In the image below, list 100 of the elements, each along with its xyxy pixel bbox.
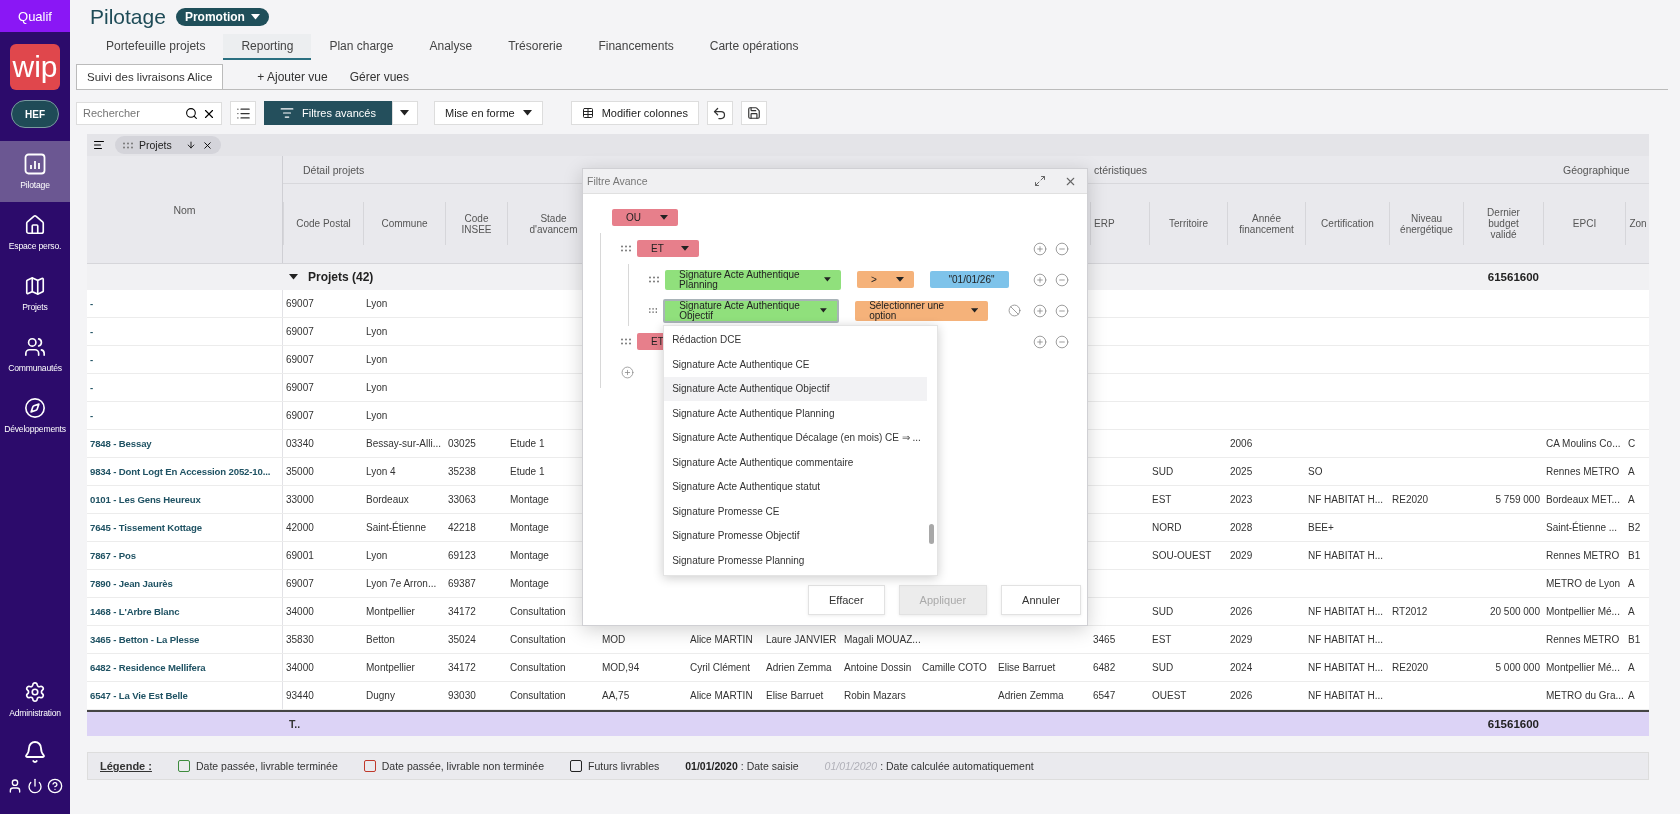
- table-cell-text: 34172: [447, 661, 477, 675]
- table-cell-text: 42218: [447, 521, 477, 535]
- legend-text: Date passée, livrable terminée: [195, 760, 338, 772]
- table-cell-text: 2023: [1229, 493, 1254, 507]
- legend-text: Futurs livrables: [588, 760, 660, 772]
- table-cell-text: 2028: [1229, 521, 1254, 535]
- table-cell-text: Etude 1: [509, 437, 546, 451]
- table-cell-text: Alice MARTIN: [689, 689, 754, 703]
- table-cell-text: 34000: [285, 661, 315, 675]
- total-value: 61561600: [1486, 717, 1540, 732]
- table-cell-text: 2024: [1229, 661, 1254, 675]
- table-cell-text: 35000: [285, 465, 315, 479]
- table-cell-text: A: [1627, 605, 1636, 619]
- legend-text: : Date saisie: [740, 760, 799, 772]
- dialog-title: Filtre Avance: [587, 175, 649, 187]
- table-cell-text: SO: [1307, 465, 1324, 479]
- table-cell-text: 3465: [1092, 633, 1117, 647]
- table-cell-text: Consultation: [509, 689, 567, 703]
- table-cell-text: CA Moulins Co...: [1545, 437, 1622, 451]
- table-cell-text: Adrien Zemma: [765, 661, 833, 675]
- table-cell-text: BEE+: [1307, 521, 1335, 535]
- table-cell-text: Antoine Dossin: [843, 661, 913, 675]
- table-cell-text: 03340: [285, 437, 315, 451]
- table-cell-text: Saint-Étienne ...: [1545, 520, 1619, 535]
- table-cell-text: Adrien Zemma: [997, 689, 1065, 703]
- table-cell-text: Lyon: [365, 325, 389, 339]
- table-cell-text: Montage: [509, 549, 550, 563]
- table-cell-text: Montage: [509, 521, 550, 535]
- table-cell-text: 34172: [447, 605, 477, 619]
- table-cell-text: RT2012: [1391, 605, 1429, 619]
- table-cell-text: Montpellier: [365, 661, 416, 675]
- table-cell-text: Elise Barruet: [765, 689, 825, 703]
- table-cell-text: Lyon: [365, 549, 389, 563]
- legend-text: : Date calculée automatiquement: [880, 760, 1034, 772]
- table-cell-text: Bordeaux: [365, 493, 410, 507]
- table-cell-text: B2: [1627, 521, 1642, 535]
- table-cell-text: Montpellier Mé...: [1545, 661, 1621, 675]
- table-cell-text: OUEST: [1151, 689, 1188, 703]
- table-cell-text: A: [1627, 493, 1636, 507]
- table-cell-text: Bessay-sur-Alli...: [365, 437, 442, 451]
- table-cell-text: 34000: [285, 605, 315, 619]
- table-cell-text: B1: [1627, 549, 1642, 563]
- table-cell-text: Saint-Étienne: [365, 520, 428, 535]
- table-cell-text: EST: [1151, 633, 1173, 647]
- chip-label: Projets: [139, 139, 172, 151]
- column-group-header: ctéristiques: [1090, 156, 1543, 184]
- table-cell-text: 35238: [447, 465, 477, 479]
- table-cell-text: Bordeaux MET...: [1545, 493, 1621, 507]
- table-cell-text: Lyon: [365, 353, 389, 367]
- group-total: 61561600: [1486, 270, 1540, 285]
- table-cell-text: NF HABITAT H...: [1307, 605, 1384, 619]
- table-cell-text: A: [1627, 689, 1636, 703]
- table-cell-text: 03025: [447, 437, 477, 451]
- legend-date-sample: 01/01/2020: [685, 760, 738, 772]
- table-cell-text: METRO du Gra...: [1545, 689, 1625, 703]
- table-cell-text: Consultation: [509, 661, 567, 675]
- table-cell-text: Cyril Clément: [689, 661, 751, 675]
- table-cell-text: Lyon 7e Arron...: [365, 577, 438, 591]
- table-cell-text: NF HABITAT H...: [1307, 493, 1384, 507]
- legend-title: Légende :: [100, 760, 152, 772]
- table-cell-text: A: [1627, 661, 1636, 675]
- table-cell-text: SUD: [1151, 661, 1175, 675]
- table-cell-text: 2025: [1229, 465, 1254, 479]
- group-label: Projets (42): [308, 270, 374, 284]
- legend-date-sample: 01/01/2020: [824, 760, 878, 772]
- table-cell-text: 93030: [447, 689, 477, 703]
- table-cell-text: Camille COTO: [921, 661, 988, 675]
- table-cell-text: SUD: [1151, 605, 1175, 619]
- table-cell-text: 33063: [447, 493, 477, 507]
- table-cell-text: 69007: [285, 297, 315, 311]
- table-cell-text: 69007: [285, 577, 315, 591]
- table-cell-text: SOU-OUEST: [1151, 549, 1213, 563]
- table-cell-text: METRO de Lyon: [1545, 577, 1622, 591]
- legend-text: Date passée, livrable non terminée: [381, 760, 545, 772]
- table-cell-text: Montage: [509, 577, 550, 591]
- table-cell-text: 2006: [1229, 437, 1254, 451]
- table-cell-text: 93440: [285, 689, 315, 703]
- table-cell-text: 2026: [1229, 689, 1254, 703]
- table-cell-text: MOD,94: [601, 661, 641, 675]
- table-cell-text: 69007: [285, 409, 315, 423]
- table-cell-text: NF HABITAT H...: [1307, 689, 1384, 703]
- table-cell-text: Lyon: [365, 297, 389, 311]
- table-cell-text: 69123: [447, 549, 477, 563]
- app-logo: wip: [10, 44, 60, 90]
- table-cell-text: B1: [1627, 633, 1642, 647]
- table-cell-text: 33000: [285, 493, 315, 507]
- table-cell-text: 2026: [1229, 605, 1254, 619]
- table-cell-text: Lyon: [365, 381, 389, 395]
- table-cell-text: A: [1627, 465, 1636, 479]
- table-cell-text: Laure JANVIER: [765, 633, 838, 647]
- table-cell-text: 2029: [1229, 549, 1254, 563]
- table-cell-text: 6547: [1092, 689, 1117, 703]
- table-cell-text: Robin Mazars: [843, 689, 907, 703]
- table-cell-text: 5 000 000: [1494, 661, 1541, 675]
- column-group-header: Géographique: [1543, 156, 1649, 184]
- table-cell-text: 42000: [285, 521, 315, 535]
- table-cell-text: NORD: [1151, 521, 1183, 535]
- table-cell-text: Montpellier: [365, 605, 416, 619]
- table-cell-text: 5 759 000: [1494, 493, 1541, 507]
- table-cell-text: Montpellier Mé...: [1545, 605, 1621, 619]
